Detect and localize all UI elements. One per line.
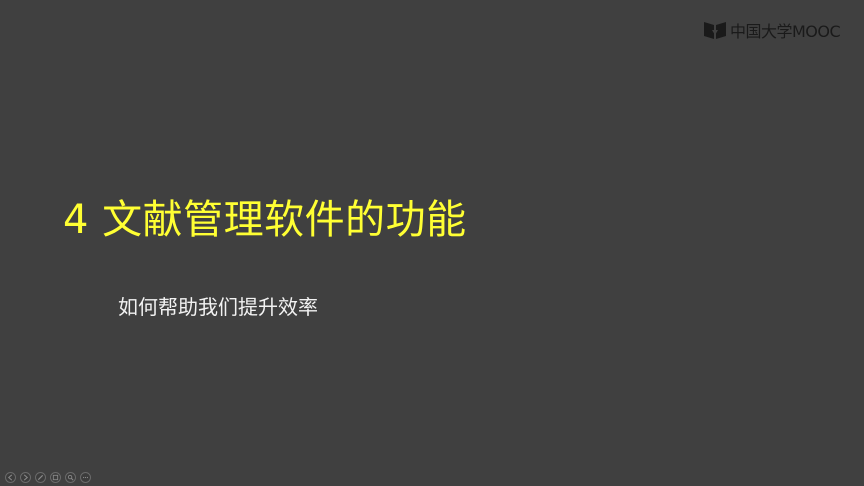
magnifier-icon bbox=[67, 474, 74, 481]
arrow-left-icon bbox=[7, 474, 13, 481]
pen-tool-button[interactable] bbox=[35, 472, 46, 483]
slides-grid-icon bbox=[52, 474, 59, 481]
arrow-right-icon bbox=[23, 474, 29, 481]
previous-slide-button[interactable] bbox=[5, 472, 16, 483]
slide-subtitle: 如何帮助我们提升效率 bbox=[118, 295, 318, 319]
mooc-logo: 中国大学MOOC bbox=[703, 18, 841, 42]
presentation-slide: 中国大学MOOC 4 文献管理软件的功能 如何帮助我们提升效率 bbox=[0, 0, 864, 486]
mooc-logo-icon bbox=[704, 22, 726, 39]
slide-sorter-button[interactable] bbox=[50, 472, 61, 483]
logo-text: 中国大学MOOC bbox=[730, 22, 841, 41]
zoom-button[interactable] bbox=[65, 472, 76, 483]
pen-icon bbox=[37, 474, 44, 481]
ellipsis-icon bbox=[82, 476, 89, 479]
slide-title: 4 文献管理软件的功能 bbox=[63, 197, 467, 243]
slideshow-controls bbox=[5, 472, 91, 483]
next-slide-button[interactable] bbox=[20, 472, 31, 483]
more-options-button[interactable] bbox=[80, 472, 91, 483]
